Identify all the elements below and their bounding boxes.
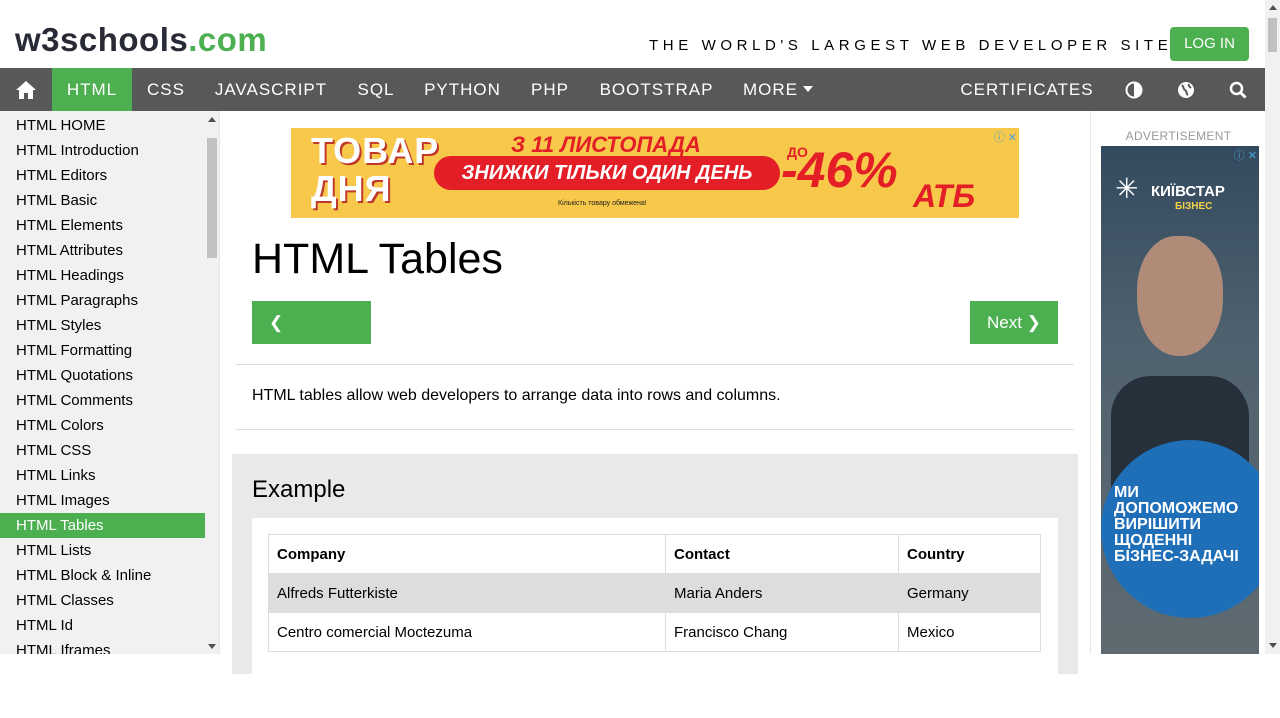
table-header: Company	[268, 534, 666, 574]
ad-close-icon[interactable]: ⓘ ✕	[1234, 147, 1257, 163]
sidebar-nav: HTML HOME HTML Introduction HTML Editors…	[0, 111, 220, 654]
scroll-down-icon[interactable]	[208, 644, 216, 649]
globe-icon	[1178, 81, 1194, 98]
home-icon	[16, 81, 36, 99]
example-output: Company Contact Country Alfreds Futterki…	[252, 518, 1058, 718]
sidebar-item[interactable]: HTML Formatting	[0, 338, 205, 363]
sidebar-item[interactable]: HTML HOME	[0, 113, 205, 138]
intro-text: HTML tables allow web developers to arra…	[252, 387, 781, 404]
nav-item-sql[interactable]: SQL	[342, 68, 410, 111]
sidebar-item[interactable]: HTML Id	[0, 613, 205, 638]
site-tagline: THE WORLD'S LARGEST WEB DEVELOPER SITE	[649, 37, 1173, 54]
theme-toggle-button[interactable]	[1113, 68, 1155, 111]
sidebar-item[interactable]: HTML Headings	[0, 263, 205, 288]
table-cell: Germany	[898, 573, 1041, 613]
window-scrollbar[interactable]	[1265, 0, 1280, 654]
sidebar-item[interactable]: HTML Comments	[0, 388, 205, 413]
sidebar-item[interactable]: HTML Links	[0, 463, 205, 488]
sidebar-item[interactable]: HTML Quotations	[0, 363, 205, 388]
sidebar-item[interactable]: HTML Colors	[0, 413, 205, 438]
table-row: Alfreds Futterkiste Maria Anders Germany	[268, 573, 1041, 613]
ad-banner-left-text: ТОВАР ДНЯ	[311, 132, 439, 208]
logo-main: w3schools	[15, 21, 189, 58]
example-title: Example	[252, 476, 346, 503]
sidebar-item[interactable]: HTML Attributes	[0, 238, 205, 263]
divider	[236, 429, 1074, 430]
side-ad[interactable]: ✳ КИЇВСТАР БІЗНЕС МИ ДОПОМОЖЕМО ВИРІШИТИ…	[1101, 146, 1259, 654]
top-bar: w3schools.com THE WORLD'S LARGEST WEB DE…	[0, 0, 1265, 68]
nav-item-css[interactable]: CSS	[132, 68, 200, 111]
site-logo[interactable]: w3schools.com	[15, 22, 267, 58]
language-button[interactable]	[1165, 68, 1207, 111]
sidebar-item[interactable]: HTML Editors	[0, 163, 205, 188]
sidebar-item[interactable]: HTML Lists	[0, 538, 205, 563]
sidebar-item-active[interactable]: HTML Tables	[0, 513, 205, 538]
previous-button[interactable]: ❮ Previous	[252, 301, 371, 375]
example-table: Company Contact Country Alfreds Futterki…	[268, 534, 1041, 652]
kyivstar-logo-icon: ✳	[1115, 173, 1139, 204]
table-cell: Centro comercial Moctezuma	[268, 612, 666, 652]
nav-more-label: MORE	[743, 80, 798, 99]
logo-suffix: .com	[188, 21, 268, 58]
caret-down-icon	[803, 86, 813, 93]
ad-banner-left-line1: ТОВАР	[311, 130, 440, 171]
scroll-up-icon[interactable]	[1269, 5, 1277, 10]
table-header: Country	[898, 534, 1041, 574]
login-button[interactable]: LOG IN	[1170, 27, 1249, 61]
ad-banner-pill: ЗНИЖКИ ТІЛЬКИ ОДИН ДЕНЬ	[434, 156, 780, 190]
table-cell: Maria Anders	[665, 573, 899, 613]
page-title: HTML Tables	[252, 235, 503, 283]
main-content: ТОВАР ДНЯ З 11 ЛИСТОПАДА ЗНИЖКИ ТІЛЬКИ О…	[220, 111, 1090, 718]
home-button[interactable]	[0, 68, 52, 111]
advertisement-label: ADVERTISEMENT	[1125, 129, 1232, 143]
sidebar-item[interactable]: HTML Elements	[0, 213, 205, 238]
ad-banner-fine-print: Кількість товару обмежена!	[558, 200, 647, 207]
nav-item-more[interactable]: MORE	[728, 68, 828, 111]
divider	[236, 364, 1074, 365]
ad-banner-percent: -46%	[781, 142, 898, 198]
sidebar-item[interactable]: HTML Introduction	[0, 138, 205, 163]
sidebar-item[interactable]: HTML Basic	[0, 188, 205, 213]
sidebar-item[interactable]: HTML Classes	[0, 588, 205, 613]
table-header-row: Company Contact Country	[268, 534, 1041, 574]
sidebar-item[interactable]: HTML CSS	[0, 438, 205, 463]
ad-banner-left-line2: ДНЯ	[311, 168, 392, 209]
contrast-icon	[1125, 81, 1143, 98]
ad-brand-sub: БІЗНЕС	[1175, 201, 1213, 212]
sidebar-item[interactable]: HTML Iframes	[0, 638, 205, 654]
next-button[interactable]: Next ❯	[970, 301, 1058, 344]
nav-item-python[interactable]: PYTHON	[410, 68, 515, 111]
top-ad-banner[interactable]: ТОВАР ДНЯ З 11 ЛИСТОПАДА ЗНИЖКИ ТІЛЬКИ О…	[291, 128, 1019, 218]
window-scrollbar-thumb[interactable]	[1268, 18, 1277, 52]
scroll-up-icon[interactable]	[208, 117, 216, 122]
ad-person-face	[1137, 236, 1223, 356]
sidebar-item[interactable]: HTML Paragraphs	[0, 288, 205, 313]
nav-item-html[interactable]: HTML	[52, 68, 132, 111]
ad-close-icon[interactable]: ⓘ ✕	[994, 129, 1017, 145]
table-cell: Francisco Chang	[665, 612, 899, 652]
table-row: Centro comercial Moctezuma Francisco Cha…	[268, 612, 1041, 652]
table-cell: Mexico	[898, 612, 1041, 652]
main-nav: HTML CSS JAVASCRIPT SQL PYTHON PHP BOOTS…	[0, 68, 1265, 111]
sidebar-item[interactable]: HTML Images	[0, 488, 205, 513]
nav-item-php[interactable]: PHP	[515, 68, 585, 111]
ad-brand: КИЇВСТАР	[1151, 183, 1225, 200]
right-ad-column: ADVERTISEMENT ✳ КИЇВСТАР БІЗНЕС МИ ДОПОМ…	[1090, 111, 1265, 654]
example-box: Example Company Contact Country Alfreds …	[232, 454, 1078, 718]
table-cell: Alfreds Futterkiste	[268, 573, 666, 613]
ad-banner-date: З 11 ЛИСТОПАДА	[511, 132, 701, 157]
nav-item-certificates[interactable]: CERTIFICATES	[946, 68, 1108, 111]
nav-item-javascript[interactable]: JAVASCRIPT	[200, 68, 342, 111]
table-header: Contact	[665, 534, 899, 574]
ad-message: МИ ДОПОМОЖЕМО ВИРІШИТИ ЩОДЕННІ БІЗНЕС-ЗА…	[1114, 484, 1239, 565]
sidebar-item[interactable]: HTML Styles	[0, 313, 205, 338]
ad-banner-brand: АТБ	[913, 178, 976, 214]
search-button[interactable]	[1217, 68, 1259, 111]
search-icon	[1229, 81, 1247, 98]
sidebar-item[interactable]: HTML Block & Inline	[0, 563, 205, 588]
nav-item-bootstrap[interactable]: BOOTSTRAP	[585, 68, 728, 111]
scroll-down-icon[interactable]	[1269, 643, 1277, 648]
sidebar-scrollbar-thumb[interactable]	[207, 138, 217, 258]
